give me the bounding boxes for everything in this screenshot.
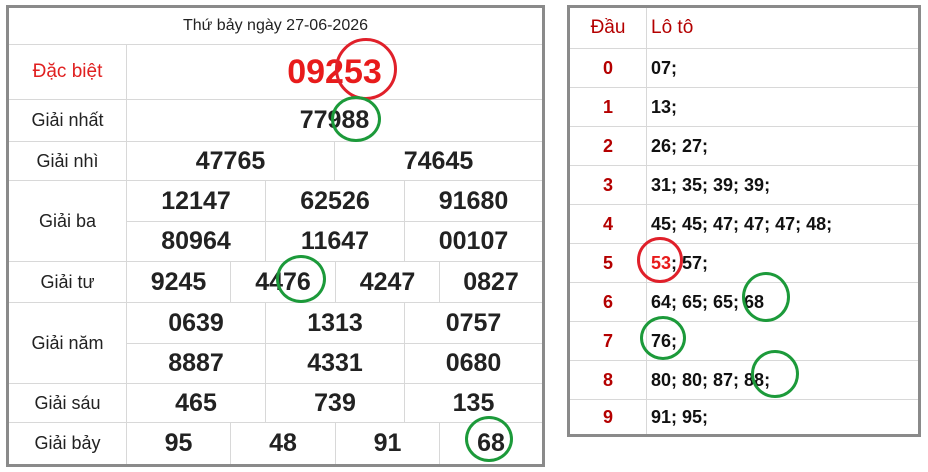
prize-label-fourth: Giải tư xyxy=(40,271,95,292)
prize-label-special: Đặc biệt xyxy=(32,61,103,82)
prize-third-value: 80964 xyxy=(161,227,231,255)
prize-third-value: 12147 xyxy=(161,186,231,215)
loto-value: 91; 95; xyxy=(651,406,709,427)
prize-sixth-value: 465 xyxy=(175,388,217,417)
prize-fifth-value: 1313 xyxy=(307,308,363,337)
loto-value: 07; xyxy=(651,57,678,78)
loto-value: 53; 57; xyxy=(647,244,918,282)
prize-third-value: 62526 xyxy=(300,186,370,215)
prize-fourth-value: 4247 xyxy=(359,267,416,296)
dau-value: 9 xyxy=(602,406,613,427)
prize-fifth-value: 4331 xyxy=(307,349,363,377)
loto-value: 76; xyxy=(651,330,678,351)
prize-first-value: 77988 xyxy=(299,106,370,134)
prize-label-third: Giải ba xyxy=(38,210,97,231)
loto-special-highlight: 53 xyxy=(651,252,672,273)
prize-third-value: 91680 xyxy=(438,186,509,215)
loto-value: 31; 35; 39; 39; xyxy=(651,174,771,195)
dau-value: 8 xyxy=(602,369,613,390)
loto-value: 13; xyxy=(651,96,678,117)
header-dau: Đầu xyxy=(590,17,626,38)
prize-special-value: 09253 xyxy=(287,52,382,91)
loto-value: 80; 80; 87; 88; xyxy=(651,369,771,390)
dau-value: 5 xyxy=(602,252,613,273)
prize-fourth-value: 4476 xyxy=(255,267,311,296)
prize-fifth-value: 0757 xyxy=(445,308,502,337)
dau-value: 1 xyxy=(602,96,613,117)
loto-value: 64; 65; 65; 68 xyxy=(651,291,765,312)
prize-third-value: 00107 xyxy=(438,227,509,255)
prize-label-second: Giải nhì xyxy=(36,150,99,171)
prize-seventh-value: 68 xyxy=(477,429,505,457)
prize-second-value: 47765 xyxy=(195,146,266,175)
prize-seventh-value: 48 xyxy=(269,429,297,457)
loto-value-rest: ; 57; xyxy=(671,252,709,273)
dau-value: 6 xyxy=(602,291,613,312)
loto-value: 26; 27; xyxy=(651,135,709,156)
results-table: Thứ bảy ngày 27-06-2026 Đặc biệt 09253 G… xyxy=(6,5,545,467)
prize-label-sixth: Giải sáu xyxy=(34,392,101,413)
prize-sixth-value: 135 xyxy=(452,388,495,417)
prize-fourth-value: 9245 xyxy=(150,267,207,296)
prize-fourth-value: 0827 xyxy=(463,267,519,296)
header-loto: Lô tô xyxy=(651,17,694,38)
loto-value: 45; 45; 47; 47; 47; 48; xyxy=(651,213,833,234)
prize-seventh-value: 95 xyxy=(164,429,193,457)
prize-seventh-value: 91 xyxy=(373,429,402,457)
dau-value: 3 xyxy=(602,174,613,195)
prize-fifth-value: 0639 xyxy=(168,308,224,337)
prize-second-value: 74645 xyxy=(403,146,474,175)
prize-label-first: Giải nhất xyxy=(31,110,104,130)
prize-third-value: 11647 xyxy=(300,227,370,255)
dau-value: 0 xyxy=(602,57,613,78)
prize-label-seventh: Giải bảy xyxy=(34,433,101,453)
results-title: Thứ bảy ngày 27-06-2026 xyxy=(182,17,369,34)
prize-fifth-value: 8887 xyxy=(168,349,224,377)
dau-value: 2 xyxy=(602,135,613,156)
prize-sixth-value: 739 xyxy=(314,388,356,417)
dau-value: 4 xyxy=(602,213,613,234)
dau-value: 7 xyxy=(602,330,613,351)
prize-fifth-value: 0680 xyxy=(445,349,502,377)
loto-table: Đầu Lô tô 0 07; 1 13; 2 26; 27; 3 31; 35… xyxy=(567,5,921,437)
prize-label-fifth: Giải năm xyxy=(31,332,104,353)
